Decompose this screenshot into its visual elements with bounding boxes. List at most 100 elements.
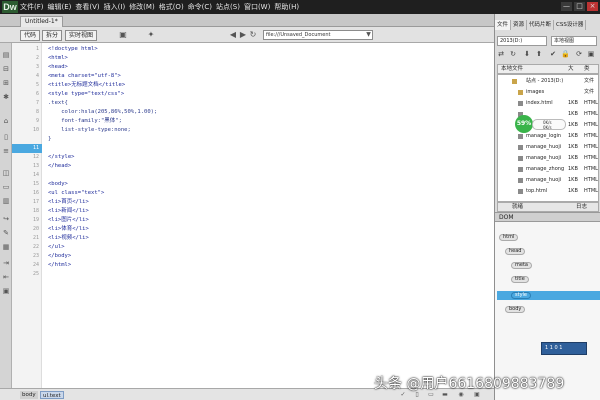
live-view-button[interactable]: 实时视图 — [65, 30, 98, 41]
line-number: 13 — [32, 163, 39, 169]
arrow-left-icon[interactable]: ◀ — [228, 30, 238, 40]
code-line: <ul class="text"> — [48, 190, 105, 196]
file-row[interactable]: 1KB HTML — [498, 110, 598, 119]
code-view-button[interactable]: 代码 — [20, 30, 41, 41]
expand-all-icon[interactable]: ✱ — [2, 93, 10, 101]
refresh-icon[interactable]: ↻ — [509, 50, 517, 59]
file-row[interactable]: manage_zhong 1KB HTML — [498, 165, 598, 174]
connect-icon[interactable]: ⇄ — [497, 50, 505, 59]
document-toolbar: 代码 拆分 实时视图 ▣ ✦ ◀ ▶ ↻ file:///Unsaved_Doc… — [0, 27, 494, 43]
menu-modify[interactable]: 修改(M) — [129, 0, 155, 14]
collapse-tag-icon[interactable]: ⊟ — [2, 65, 10, 73]
refresh-icon[interactable]: ↻ — [248, 30, 258, 40]
tab-assets[interactable]: 资源 — [511, 20, 528, 30]
code-editor[interactable]: <!doctype html> <html> <head> <meta char… — [42, 43, 494, 388]
format-source-icon[interactable]: ▣ — [2, 287, 10, 295]
balance-braces-icon[interactable]: ▯ — [2, 133, 10, 141]
menu-commands[interactable]: 命令(C) — [188, 0, 212, 14]
dom-node-style[interactable]: style — [511, 292, 531, 299]
remove-comment-icon[interactable]: ▥ — [2, 197, 10, 205]
files-footer: 就绪 日志 — [497, 202, 599, 212]
file-size: 1KB — [568, 111, 578, 117]
menu-view[interactable]: 查看(V) — [75, 0, 99, 14]
expand-icon[interactable]: ▣ — [587, 50, 595, 59]
right-panel: 文件 资源 代码片断 CSS设计器 2013(D:) 本地视图 ⇄ ↻ ⬇ ⬆ … — [494, 14, 600, 400]
code-line: <style type="text/css"> — [48, 91, 125, 97]
file-row[interactable]: 站点 - 2013(D:) 文件 — [498, 77, 598, 86]
tag-selector-ul[interactable]: ul.text — [40, 391, 64, 399]
move-css-icon[interactable]: ▦ — [2, 243, 10, 251]
code-line: <li>图片</li> — [48, 217, 89, 223]
file-row[interactable]: top.html 1KB HTML — [498, 187, 598, 196]
close-button[interactable]: × — [587, 2, 598, 11]
file-type: HTML — [584, 133, 598, 139]
put-files-icon[interactable]: ⬆ — [535, 50, 543, 59]
floating-mini-panel[interactable]: 1 1 0 1 — [541, 342, 587, 355]
split-view-button[interactable]: 拆分 — [42, 30, 63, 41]
file-size: 1KB — [568, 188, 578, 194]
menu-insert[interactable]: 插入(I) — [104, 0, 126, 14]
file-row[interactable]: manage_huoji 1KB HTML — [498, 154, 598, 163]
line-number: 5 — [35, 82, 39, 88]
menu-format[interactable]: 格式(O) — [159, 0, 184, 14]
menu-bar: Dw 文件(F) 编辑(E) 查看(V) 插入(I) 修改(M) 格式(O) 命… — [0, 0, 600, 14]
line-number: 22 — [32, 244, 39, 250]
arrow-right-icon[interactable]: ▶ — [238, 30, 248, 40]
dom-node-head[interactable]: head — [505, 248, 526, 255]
network-speed-badge[interactable]: 59% — [515, 115, 533, 133]
menu-site[interactable]: 站点(S) — [216, 0, 240, 14]
file-row[interactable]: manage_login 1KB HTML — [498, 132, 598, 141]
menu-help[interactable]: 帮助(H) — [274, 0, 299, 14]
line-numbers-icon[interactable]: ≡ — [2, 147, 10, 155]
site-select[interactable]: 2013(D:) — [497, 36, 547, 46]
minimize-button[interactable]: — — [561, 2, 572, 11]
col-local-files[interactable]: 本地文件 — [501, 65, 523, 74]
check-in-icon[interactable]: 🔒 — [561, 50, 570, 59]
apply-comment-icon[interactable]: ▭ — [2, 183, 10, 191]
outdent-icon[interactable]: ⇤ — [2, 273, 10, 281]
menu-file[interactable]: 文件(F) — [20, 0, 44, 14]
collapse-selection-icon[interactable]: ⊞ — [2, 79, 10, 87]
file-row[interactable]: manage_huoji 1KB HTML — [498, 143, 598, 152]
tab-dom[interactable]: DOM — [499, 213, 514, 222]
file-list-header: 本地文件 大 类 — [497, 64, 599, 74]
dom-node-body[interactable]: body — [505, 306, 526, 313]
inspect-icon[interactable]: ▣ — [118, 30, 128, 40]
recent-snippets-icon[interactable]: ✎ — [2, 229, 10, 237]
sync-icon[interactable]: ⟳ — [575, 50, 583, 59]
file-row[interactable]: manage_huoji 1KB HTML — [498, 176, 598, 185]
dom-node-meta[interactable]: meta — [511, 262, 532, 269]
code-line: </ul> — [48, 244, 65, 250]
maximize-button[interactable]: □ — [574, 2, 585, 11]
document-tab[interactable]: Untitled-1* — [20, 16, 63, 27]
open-docs-icon[interactable]: ▤ — [2, 51, 10, 59]
indent-icon[interactable]: ⇥ — [2, 259, 10, 267]
get-files-icon[interactable]: ⬇ — [523, 50, 531, 59]
file-row[interactable]: images 文件 — [498, 88, 598, 97]
url-input[interactable]: file:///Unsaved_Document — [263, 30, 373, 40]
dom-node-title[interactable]: title — [511, 276, 529, 283]
tab-snippets[interactable]: 代码片断 — [527, 20, 555, 30]
col-size[interactable]: 大 — [568, 65, 574, 74]
title-icon[interactable]: ✦ — [146, 30, 156, 40]
wrap-tag-icon[interactable]: ↪ — [2, 215, 10, 223]
tab-css-designer[interactable]: CSS设计器 — [554, 20, 587, 30]
menu-window[interactable]: 窗口(W) — [244, 0, 270, 14]
log-button[interactable]: 日志 — [576, 203, 587, 212]
highlight-invalid-icon[interactable]: ◫ — [2, 169, 10, 177]
menu-edit[interactable]: 编辑(E) — [48, 0, 72, 14]
line-number: 16 — [32, 190, 39, 196]
file-row[interactable]: index.html 1KB HTML — [498, 99, 598, 108]
col-type[interactable]: 类 — [584, 65, 590, 74]
check-out-icon[interactable]: ✔ — [549, 50, 557, 59]
tag-selector-body[interactable]: body — [20, 391, 38, 399]
chevron-down-icon[interactable]: ▼ — [364, 30, 373, 40]
dom-node-html[interactable]: html — [499, 234, 519, 241]
code-line: <li>视频</li> — [48, 235, 89, 241]
select-parent-icon[interactable]: ⌂ — [2, 117, 10, 125]
code-line: font-family:"黑体"; — [48, 118, 122, 124]
tab-files[interactable]: 文件 — [495, 20, 512, 30]
line-number: 4 — [35, 73, 39, 79]
line-number: 14 — [32, 172, 39, 178]
view-select[interactable]: 本地视图 — [551, 36, 597, 46]
